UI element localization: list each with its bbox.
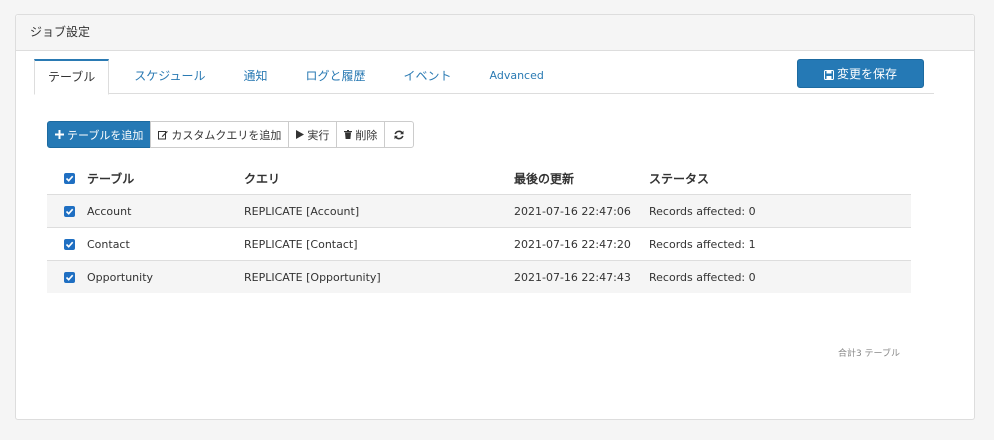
tab-notifications[interactable]: 通知 (218, 59, 280, 94)
row-checkbox[interactable] (64, 238, 75, 250)
col-header-query[interactable]: クエリ (244, 170, 514, 187)
cell-status: Records affected: 1 (649, 237, 756, 251)
cell-query: REPLICATE [Account] (244, 204, 360, 218)
save-button-label: 変更を保存 (836, 67, 897, 81)
tab-advanced[interactable]: Advanced (465, 59, 557, 94)
cell-last-updated: 2021-07-16 22:47:20 (514, 237, 631, 251)
table-row[interactable]: Contact REPLICATE [Contact] 2021-07-16 2… (47, 227, 911, 260)
tables-grid: テーブル クエリ 最後の更新 ステータス Account REPLICATE [… (47, 163, 911, 293)
cell-status: Records affected: 0 (649, 204, 756, 218)
cell-status: Records affected: 0 (649, 270, 756, 284)
table-count-text: 合計3 テーブル (837, 349, 900, 359)
delete-label: 削除 (355, 128, 378, 142)
cell-last-updated: 2021-07-16 22:47:06 (514, 204, 631, 218)
table-toolbar: テーブルを追加 カスタムクエリを追加 実行 削除 (47, 121, 415, 148)
panel-title: ジョブ設定 (16, 15, 974, 51)
table-header-row: テーブル クエリ 最後の更新 ステータス (47, 163, 911, 194)
col-header-status[interactable]: ステータス (649, 170, 911, 187)
cell-query: REPLICATE [Contact] (244, 237, 358, 251)
trash-icon (344, 130, 353, 139)
add-custom-query-button[interactable]: カスタムクエリを追加 (150, 121, 290, 148)
tab-logs-history[interactable]: ログと履歴 (280, 59, 378, 94)
col-header-last-updated[interactable]: 最後の更新 (514, 170, 649, 187)
cell-table: Account (87, 204, 132, 218)
cell-table: Opportunity (87, 270, 154, 284)
run-button[interactable]: 実行 (288, 121, 338, 148)
tab-schedule[interactable]: スケジュール (109, 59, 218, 94)
run-label: 実行 (307, 128, 330, 142)
tab-tables[interactable]: テーブル (34, 59, 110, 95)
refresh-button[interactable] (384, 121, 415, 148)
row-checkbox[interactable] (64, 271, 75, 283)
col-header-table[interactable]: テーブル (87, 170, 244, 187)
row-checkbox[interactable] (64, 205, 75, 217)
cell-query: REPLICATE [Opportunity] (244, 270, 381, 284)
add-custom-query-label: カスタムクエリを追加 (171, 128, 282, 142)
delete-button[interactable]: 削除 (336, 121, 386, 148)
table-row[interactable]: Account REPLICATE [Account] 2021-07-16 2… (47, 194, 911, 227)
save-changes-button[interactable]: 変更を保存 (797, 59, 924, 88)
add-table-label: テーブルを追加 (67, 128, 144, 142)
table-row[interactable]: Opportunity REPLICATE [Opportunity] 2021… (47, 260, 911, 293)
cell-last-updated: 2021-07-16 22:47:43 (514, 270, 631, 284)
plus-icon (55, 130, 64, 139)
tab-events[interactable]: イベント (378, 59, 464, 94)
refresh-icon (394, 130, 404, 140)
edit-icon (158, 130, 169, 140)
cell-table: Contact (87, 237, 130, 251)
add-table-button[interactable]: テーブルを追加 (47, 121, 152, 148)
save-icon (823, 69, 834, 80)
play-icon (296, 130, 305, 139)
select-all-checkbox[interactable] (64, 173, 75, 184)
